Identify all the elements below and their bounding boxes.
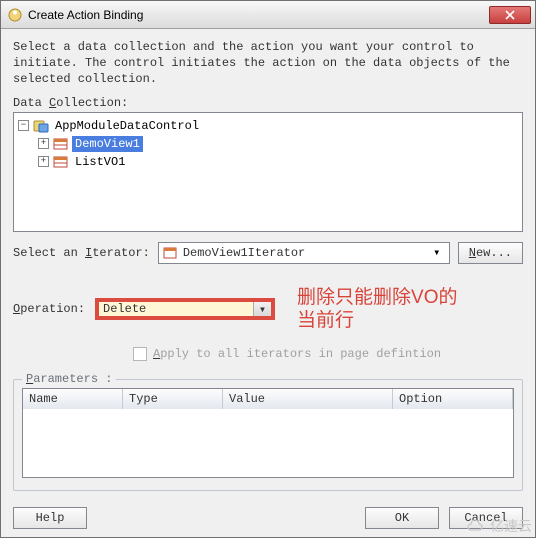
apply-all-checkbox <box>133 347 147 361</box>
data-collection-tree[interactable]: − AppModuleDataControl + <box>13 112 523 232</box>
row-operation: Operation: Delete ▾ 删除只能删除VO的 当前行 <box>13 286 523 334</box>
parameters-group: Parameters : Name Type Value Option <box>13 379 523 491</box>
col-name[interactable]: Name <box>23 389 123 409</box>
col-value[interactable]: Value <box>223 389 393 409</box>
apply-all-label: Apply to all iterators in page defintion <box>153 347 441 361</box>
cloud-icon <box>465 519 487 533</box>
iterator-selected: DemoView1Iterator <box>183 246 429 260</box>
col-option[interactable]: Option <box>393 389 513 409</box>
data-control-icon <box>33 119 49 133</box>
expand-icon[interactable]: + <box>38 138 49 149</box>
expand-icon[interactable]: + <box>38 156 49 167</box>
app-icon <box>7 7 23 23</box>
tree-node-label: ListVO1 <box>72 154 128 170</box>
operation-select[interactable]: Delete ▾ <box>95 298 275 320</box>
tree-node-demoview1[interactable]: + DemoView1 <box>16 135 520 153</box>
apply-all-row: Apply to all iterators in page defintion <box>133 347 523 361</box>
watermark: 亿速云 <box>465 516 532 536</box>
iterator-label: Select an Iterator: <box>13 246 150 260</box>
dialog-footer: Help OK Cancel <box>13 497 523 529</box>
view-object-icon <box>53 155 69 169</box>
annotation-text: 删除只能删除VO的 当前行 <box>297 286 457 334</box>
ok-button[interactable]: OK <box>365 507 439 529</box>
tree-node-listvo1[interactable]: + ListVO1 <box>16 153 520 171</box>
chevron-down-icon[interactable]: ▾ <box>429 245 445 261</box>
close-button[interactable] <box>489 6 531 24</box>
chevron-down-icon[interactable]: ▾ <box>253 302 271 316</box>
help-button[interactable]: Help <box>13 507 87 529</box>
iterator-icon <box>163 246 179 260</box>
data-collection-label: Data Collection: <box>13 96 523 110</box>
operation-selected: Delete <box>99 302 253 316</box>
tree-root-label: AppModuleDataControl <box>52 118 202 134</box>
dialog-content: Select a data collection and the action … <box>1 29 535 537</box>
new-iterator-button[interactable]: New... <box>458 242 523 264</box>
tree-node-label: DemoView1 <box>72 136 143 152</box>
parameters-header-row: Name Type Value Option <box>23 389 513 409</box>
view-object-icon <box>53 137 69 151</box>
row-iterator: Select an Iterator: DemoView1Iterator ▾ … <box>13 242 523 264</box>
dialog-window: Create Action Binding Select a data coll… <box>0 0 536 538</box>
collapse-icon[interactable]: − <box>18 120 29 131</box>
titlebar[interactable]: Create Action Binding <box>1 1 535 29</box>
parameters-title: Parameters : <box>22 372 116 386</box>
dialog-title: Create Action Binding <box>28 8 489 22</box>
operation-label: Operation: <box>13 302 85 316</box>
col-type[interactable]: Type <box>123 389 223 409</box>
tree-root[interactable]: − AppModuleDataControl <box>16 117 520 135</box>
instruction-text: Select a data collection and the action … <box>13 39 523 88</box>
parameters-table[interactable]: Name Type Value Option <box>22 388 514 478</box>
iterator-select[interactable]: DemoView1Iterator ▾ <box>158 242 450 264</box>
